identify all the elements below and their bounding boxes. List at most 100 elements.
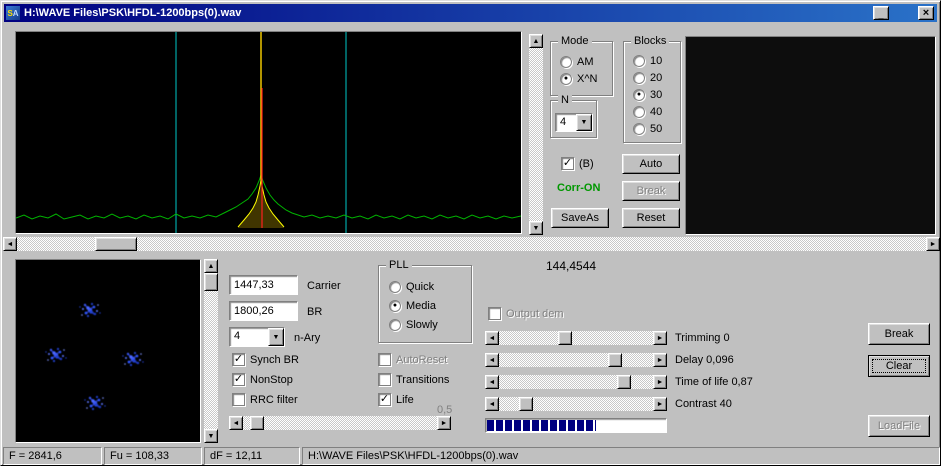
checkbox-transitions[interactable]: Transitions [378, 373, 449, 386]
checkbox-label: RRC filter [250, 394, 298, 406]
scroll-left-button[interactable]: ◄ [3, 237, 17, 251]
scroll-right-button[interactable]: ► [653, 353, 667, 367]
scroll-left-button[interactable]: ◄ [485, 397, 499, 411]
scroll-left-button[interactable]: ◄ [485, 331, 499, 345]
radio-icon [389, 281, 401, 293]
status-fu-text: Fu = 108,33 [110, 450, 169, 462]
time-of-life-slider[interactable]: ◄ ► [485, 375, 667, 389]
scroll-track[interactable] [499, 397, 653, 411]
minimize-button[interactable]: _ [873, 6, 889, 20]
contrast-slider[interactable]: ◄ ► [485, 397, 667, 411]
radio-pll-quick[interactable]: Quick [389, 280, 471, 293]
checkbox-b[interactable]: ✓ (B) [561, 157, 594, 170]
radio-blocks-50[interactable]: 50 [633, 122, 680, 135]
scroll-track[interactable] [204, 273, 218, 429]
reset-button[interactable]: Reset [622, 208, 680, 228]
arrow-down-icon: ▼ [208, 433, 215, 440]
n-select-dropdown-button[interactable]: ▼ [576, 114, 592, 131]
scroll-thumb[interactable] [250, 416, 264, 430]
arrow-right-icon: ► [657, 379, 664, 386]
radio-blocks-20[interactable]: 20 [633, 71, 680, 84]
threshold-slider[interactable]: ◄ ► [229, 416, 451, 430]
scroll-track[interactable] [243, 416, 437, 430]
scroll-right-button[interactable]: ► [437, 416, 451, 430]
trimming-slider[interactable]: ◄ ► [485, 331, 667, 345]
arrow-left-icon: ◄ [489, 335, 496, 342]
scroll-right-button[interactable]: ► [653, 375, 667, 389]
checkbox-nonstop[interactable]: ✓ NonStop [232, 373, 299, 386]
scroll-left-button[interactable]: ◄ [229, 416, 243, 430]
scroll-thumb[interactable] [519, 397, 533, 411]
scroll-down-button[interactable]: ▼ [529, 221, 543, 235]
radio-label: 30 [650, 89, 662, 101]
arrow-left-icon: ◄ [489, 379, 496, 386]
radio-pll-slowly[interactable]: Slowly [389, 318, 471, 331]
constellation-display [15, 259, 201, 443]
loadfile-button: LoadFile [868, 415, 930, 437]
checkbox-icon [488, 307, 501, 320]
contrast-label: Contrast 40 [675, 398, 732, 410]
arrow-right-icon: ► [657, 335, 664, 342]
scroll-right-button[interactable]: ► [653, 397, 667, 411]
scroll-track[interactable] [529, 48, 543, 221]
auto-button-label: Auto [640, 158, 663, 170]
clear-button[interactable]: Clear [868, 355, 930, 377]
radio-label: 20 [650, 72, 662, 84]
spectrum-vscrollbar[interactable]: ▲ ▼ [529, 34, 543, 235]
scroll-track[interactable] [499, 353, 653, 367]
checkbox-label: AutoReset [396, 354, 447, 366]
constellation-vscrollbar[interactable]: ▲ ▼ [204, 259, 218, 443]
checkbox-icon [232, 393, 245, 406]
scroll-left-button[interactable]: ◄ [485, 375, 499, 389]
saveas-button[interactable]: SaveAs [551, 208, 609, 228]
checkbox-rrc-filter[interactable]: RRC filter [232, 393, 299, 406]
break-button[interactable]: Break [868, 323, 930, 345]
auto-button[interactable]: Auto [622, 154, 680, 174]
nary-select-value: 4 [230, 328, 268, 346]
status-filepath: H:\WAVE Files\PSK\HFDL-1200bps(0).wav [302, 447, 940, 465]
br-input[interactable] [229, 301, 298, 321]
radio-blocks-10[interactable]: 10 [633, 54, 680, 67]
arrow-right-icon: ► [657, 357, 664, 364]
close-button[interactable]: × [918, 6, 934, 20]
main-hscrollbar[interactable]: ◄ ► [3, 237, 940, 251]
radio-mode-xn[interactable]: ● X^N [560, 72, 612, 85]
scroll-right-button[interactable]: ► [653, 331, 667, 345]
scroll-down-button[interactable]: ▼ [204, 429, 218, 443]
radio-icon: ● [560, 73, 572, 85]
scroll-track[interactable] [17, 237, 926, 251]
nary-select-dropdown-button[interactable]: ▼ [268, 328, 284, 346]
n-select[interactable]: 4 ▼ [555, 113, 593, 132]
radio-pll-media[interactable]: ● Media [389, 299, 471, 312]
checkbox-label: NonStop [250, 374, 293, 386]
scroll-up-button[interactable]: ▲ [204, 259, 218, 273]
checkbox-synch-br[interactable]: ✓ Synch BR [232, 353, 299, 366]
nary-select[interactable]: 4 ▼ [229, 327, 285, 347]
spectrum-display[interactable] [15, 31, 522, 234]
scroll-track[interactable] [499, 331, 653, 345]
scroll-thumb[interactable] [608, 353, 622, 367]
arrow-left-icon: ◄ [489, 401, 496, 408]
scroll-thumb[interactable] [617, 375, 631, 389]
corr-status-label: Corr-ON [557, 182, 600, 194]
scroll-up-button[interactable]: ▲ [529, 34, 543, 48]
carrier-input[interactable] [229, 275, 298, 295]
scroll-thumb[interactable] [204, 273, 218, 291]
checkbox-icon: ✓ [378, 393, 391, 406]
arrow-up-icon: ▲ [533, 38, 540, 45]
scroll-right-button[interactable]: ► [926, 237, 940, 251]
radio-blocks-40[interactable]: 40 [633, 105, 680, 118]
minimize-icon: _ [878, 10, 883, 20]
pll-group-label: PLL [386, 259, 412, 271]
scroll-thumb[interactable] [558, 331, 572, 345]
delay-slider[interactable]: ◄ ► [485, 353, 667, 367]
radio-blocks-30[interactable]: ● 30 [633, 88, 680, 101]
radio-label: Media [406, 300, 436, 312]
arrow-left-icon: ◄ [7, 241, 14, 248]
br-label: BR [307, 306, 322, 318]
radio-mode-am[interactable]: AM [560, 55, 612, 68]
scroll-left-button[interactable]: ◄ [485, 353, 499, 367]
radio-label: X^N [577, 73, 597, 85]
scroll-thumb[interactable] [95, 237, 137, 251]
scroll-track[interactable] [499, 375, 653, 389]
